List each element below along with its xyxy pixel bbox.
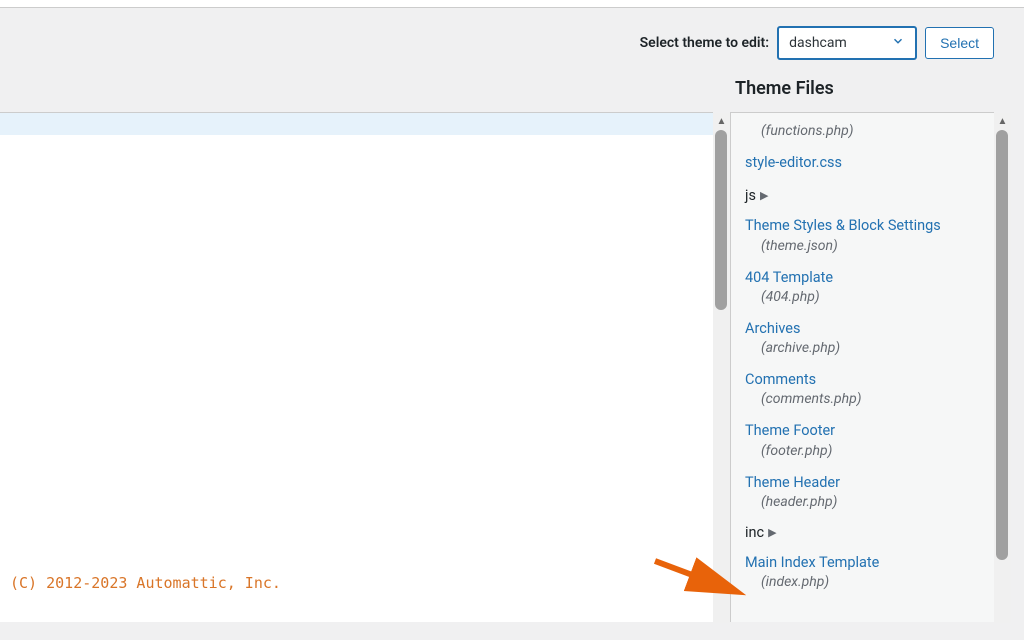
file-filename: (header.php) <box>761 494 980 510</box>
list-item[interactable]: Theme Header (header.php) <box>731 467 994 518</box>
theme-select-value: dashcam <box>789 35 847 51</box>
theme-select-dropdown[interactable]: dashcam <box>777 26 917 60</box>
folder-item-js[interactable]: js ▶ <box>731 181 994 210</box>
file-link[interactable]: Archives <box>745 319 980 339</box>
file-filename: (archive.php) <box>761 340 980 356</box>
file-link[interactable]: Theme Styles & Block Settings <box>745 216 980 236</box>
file-list-scrollbar[interactable]: ▲ <box>994 113 1011 623</box>
list-item[interactable]: style-editor.css <box>731 147 994 181</box>
file-filename: (index.php) <box>761 574 980 590</box>
folder-label: js <box>745 187 756 204</box>
list-item[interactable]: Archives (archive.php) <box>731 313 994 364</box>
chevron-right-icon: ▶ <box>768 526 776 539</box>
editor-code-text: (C) 2012-2023 Automattic, Inc. <box>10 574 281 592</box>
scroll-up-arrow-icon[interactable]: ▲ <box>994 113 1011 130</box>
select-theme-label: Select theme to edit: <box>640 35 769 51</box>
list-item[interactable]: Theme Styles & Block Settings (theme.jso… <box>731 210 994 261</box>
file-filename: (functions.php) <box>761 123 980 139</box>
list-item[interactable]: Comments (comments.php) <box>731 364 994 415</box>
editor-scrollbar[interactable]: ▲ <box>713 113 730 623</box>
list-item[interactable]: Theme Footer (footer.php) <box>731 415 994 466</box>
file-filename: (footer.php) <box>761 443 980 459</box>
file-list-scroll-thumb[interactable] <box>996 130 1008 560</box>
file-list-panel: (functions.php) style-editor.css js ▶ Th… <box>730 112 994 622</box>
editor-scroll-thumb[interactable] <box>715 130 727 310</box>
list-item[interactable]: Main Index Template (index.php) <box>731 547 994 598</box>
select-button[interactable]: Select <box>925 27 994 59</box>
main-content-area: Theme Files (C) 2012-2023 Automattic, In… <box>0 74 1024 622</box>
file-filename: (404.php) <box>761 289 980 305</box>
file-link[interactable]: Main Index Template <box>745 553 980 573</box>
editor-highlighted-line <box>0 113 713 135</box>
folder-label: inc <box>745 524 764 541</box>
folder-item-inc[interactable]: inc ▶ <box>731 518 994 547</box>
theme-file-list: (functions.php) style-editor.css js ▶ Th… <box>731 113 994 602</box>
file-link[interactable]: Comments <box>745 370 980 390</box>
file-filename: (theme.json) <box>761 238 980 254</box>
file-link[interactable]: Theme Header <box>745 473 980 493</box>
chevron-right-icon: ▶ <box>760 189 768 202</box>
theme-files-heading: Theme Files <box>735 78 834 99</box>
top-border <box>0 0 1024 8</box>
theme-selector-row: Select theme to edit: dashcam Select <box>0 8 1024 74</box>
file-link[interactable]: Theme Footer <box>745 421 980 441</box>
file-link[interactable]: 404 Template <box>745 268 980 288</box>
file-filename: (comments.php) <box>761 391 980 407</box>
chevron-down-icon <box>891 34 905 52</box>
code-editor-panel[interactable]: (C) 2012-2023 Automattic, Inc. ▲ <box>0 112 713 622</box>
scroll-up-arrow-icon[interactable]: ▲ <box>713 113 730 130</box>
list-item[interactable]: 404 Template (404.php) <box>731 262 994 313</box>
list-item: (functions.php) <box>731 117 994 147</box>
file-link[interactable]: style-editor.css <box>745 153 980 173</box>
